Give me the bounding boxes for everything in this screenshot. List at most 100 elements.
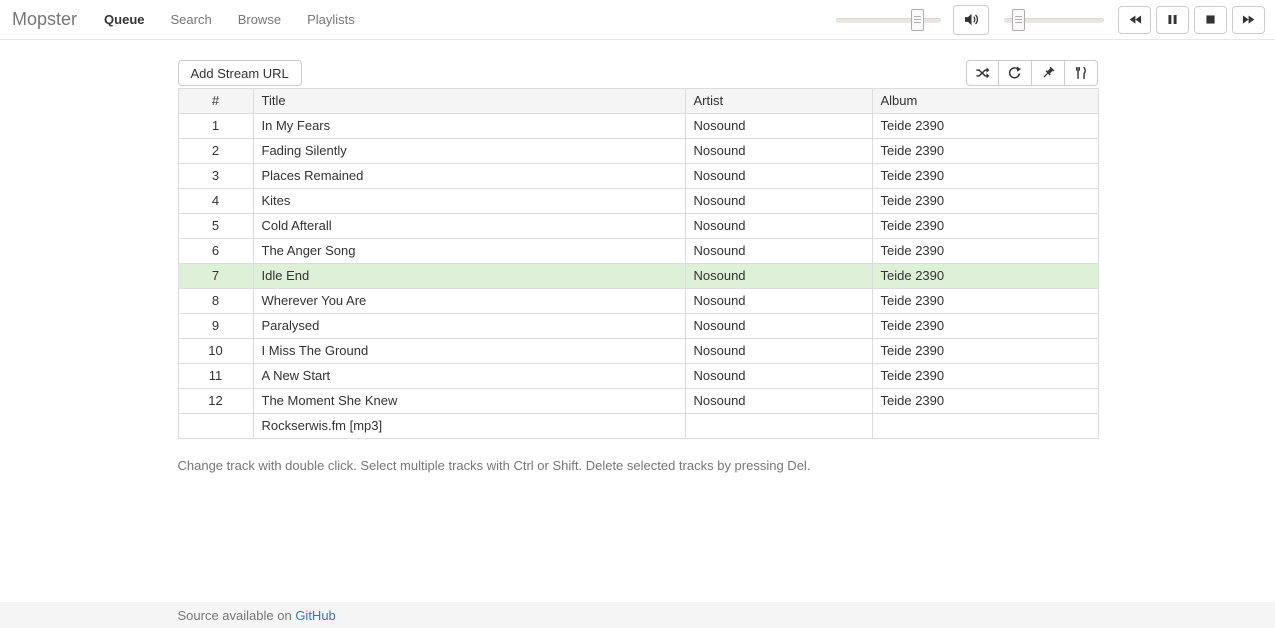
track-artist: Nosound	[685, 114, 872, 139]
track-number: 7	[178, 264, 253, 289]
backward-icon	[1128, 13, 1142, 26]
track-title: Cold Afterall	[253, 214, 685, 239]
queue-table-body: 1In My FearsNosoundTeide 23902Fading Sil…	[178, 114, 1098, 439]
playback-options-group	[966, 60, 1098, 86]
table-row[interactable]: Rockserwis.fm [mp3]	[178, 414, 1098, 439]
stop-icon	[1204, 13, 1217, 26]
forward-icon	[1242, 13, 1256, 26]
shuffle-icon	[975, 66, 990, 80]
footer-text: Source available on	[178, 608, 296, 623]
track-album: Teide 2390	[872, 364, 1098, 389]
track-album: Teide 2390	[872, 114, 1098, 139]
track-album: Teide 2390	[872, 314, 1098, 339]
track-title: The Anger Song	[253, 239, 685, 264]
track-album: Teide 2390	[872, 139, 1098, 164]
track-number: 6	[178, 239, 253, 264]
volume-up-icon	[964, 12, 979, 27]
track-artist: Nosound	[685, 164, 872, 189]
seek-slider-handle[interactable]	[911, 9, 924, 31]
queue-page: Add Stream URL	[178, 60, 1098, 473]
brand[interactable]: Mopster	[12, 9, 77, 30]
track-number: 4	[178, 189, 253, 214]
track-album: Teide 2390	[872, 339, 1098, 364]
track-number	[178, 414, 253, 439]
table-row[interactable]: 11A New StartNosoundTeide 2390	[178, 364, 1098, 389]
track-artist	[685, 414, 872, 439]
track-artist: Nosound	[685, 289, 872, 314]
header-title: Title	[253, 89, 685, 114]
track-title: Kites	[253, 189, 685, 214]
table-row[interactable]: 8Wherever You AreNosoundTeide 2390	[178, 289, 1098, 314]
track-title: A New Start	[253, 364, 685, 389]
track-title: I Miss The Ground	[253, 339, 685, 364]
table-row[interactable]: 6The Anger SongNosoundTeide 2390	[178, 239, 1098, 264]
cutlery-icon	[1074, 66, 1088, 80]
track-album: Teide 2390	[872, 264, 1098, 289]
track-title: Fading Silently	[253, 139, 685, 164]
next-button[interactable]	[1232, 6, 1265, 34]
track-artist: Nosound	[685, 214, 872, 239]
track-number: 8	[178, 289, 253, 314]
stop-button[interactable]	[1194, 6, 1227, 34]
table-row[interactable]: 1In My FearsNosoundTeide 2390	[178, 114, 1098, 139]
track-title: Rockserwis.fm [mp3]	[253, 414, 685, 439]
track-title: Paralysed	[253, 314, 685, 339]
table-row[interactable]: 2Fading SilentlyNosoundTeide 2390	[178, 139, 1098, 164]
repeat-icon	[1007, 66, 1022, 80]
track-number: 10	[178, 339, 253, 364]
pause-button[interactable]	[1156, 6, 1189, 34]
pause-icon	[1166, 13, 1179, 26]
table-row[interactable]: 3Places RemainedNosoundTeide 2390	[178, 164, 1098, 189]
navbar: Mopster QueueSearchBrowsePlaylists	[0, 0, 1275, 40]
nav-item-playlists[interactable]: Playlists	[294, 0, 368, 40]
table-row[interactable]: 10I Miss The GroundNosoundTeide 2390	[178, 339, 1098, 364]
queue-toolbar: Add Stream URL	[178, 60, 1098, 86]
seek-slider[interactable]	[836, 6, 941, 34]
repeat-button[interactable]	[999, 60, 1032, 86]
github-link[interactable]: GitHub	[295, 608, 335, 623]
track-artist: Nosound	[685, 364, 872, 389]
table-row[interactable]: 9ParalysedNosoundTeide 2390	[178, 314, 1098, 339]
track-title: Idle End	[253, 264, 685, 289]
track-album	[872, 414, 1098, 439]
table-row[interactable]: 4KitesNosoundTeide 2390	[178, 189, 1098, 214]
table-row[interactable]: 12The Moment She KnewNosoundTeide 2390	[178, 389, 1098, 414]
previous-button[interactable]	[1118, 6, 1151, 34]
nav-links: QueueSearchBrowsePlaylists	[91, 0, 368, 40]
seek-slider-track[interactable]	[836, 18, 941, 23]
track-album: Teide 2390	[872, 214, 1098, 239]
track-album: Teide 2390	[872, 389, 1098, 414]
nav-item-queue[interactable]: Queue	[91, 0, 157, 40]
track-album: Teide 2390	[872, 289, 1098, 314]
track-album: Teide 2390	[872, 189, 1098, 214]
header-album: Album	[872, 89, 1098, 114]
track-number: 12	[178, 389, 253, 414]
nav-item-browse[interactable]: Browse	[225, 0, 294, 40]
pushpin-icon	[1041, 66, 1055, 80]
track-artist: Nosound	[685, 189, 872, 214]
track-number: 2	[178, 139, 253, 164]
header-number: #	[178, 89, 253, 114]
queue-table: # Title Artist Album 1In My FearsNosound…	[178, 88, 1099, 439]
add-stream-url-button[interactable]: Add Stream URL	[178, 60, 302, 86]
table-row[interactable]: 5Cold AfterallNosoundTeide 2390	[178, 214, 1098, 239]
volume-slider[interactable]	[1004, 6, 1104, 34]
track-title: Wherever You Are	[253, 289, 685, 314]
track-album: Teide 2390	[872, 164, 1098, 189]
shuffle-button[interactable]	[966, 60, 999, 86]
header-artist: Artist	[685, 89, 872, 114]
mute-button[interactable]	[953, 5, 989, 35]
help-text: Change track with double click. Select m…	[178, 458, 1098, 473]
track-artist: Nosound	[685, 339, 872, 364]
nav-item-search[interactable]: Search	[158, 0, 225, 40]
track-album: Teide 2390	[872, 239, 1098, 264]
volume-slider-handle[interactable]	[1012, 9, 1025, 31]
consume-button[interactable]	[1065, 60, 1098, 86]
table-row-current[interactable]: 7Idle EndNosoundTeide 2390	[178, 264, 1098, 289]
track-title: The Moment She Knew	[253, 389, 685, 414]
track-number: 9	[178, 314, 253, 339]
single-button[interactable]	[1032, 60, 1065, 86]
track-artist: Nosound	[685, 239, 872, 264]
track-title: In My Fears	[253, 114, 685, 139]
track-number: 1	[178, 114, 253, 139]
